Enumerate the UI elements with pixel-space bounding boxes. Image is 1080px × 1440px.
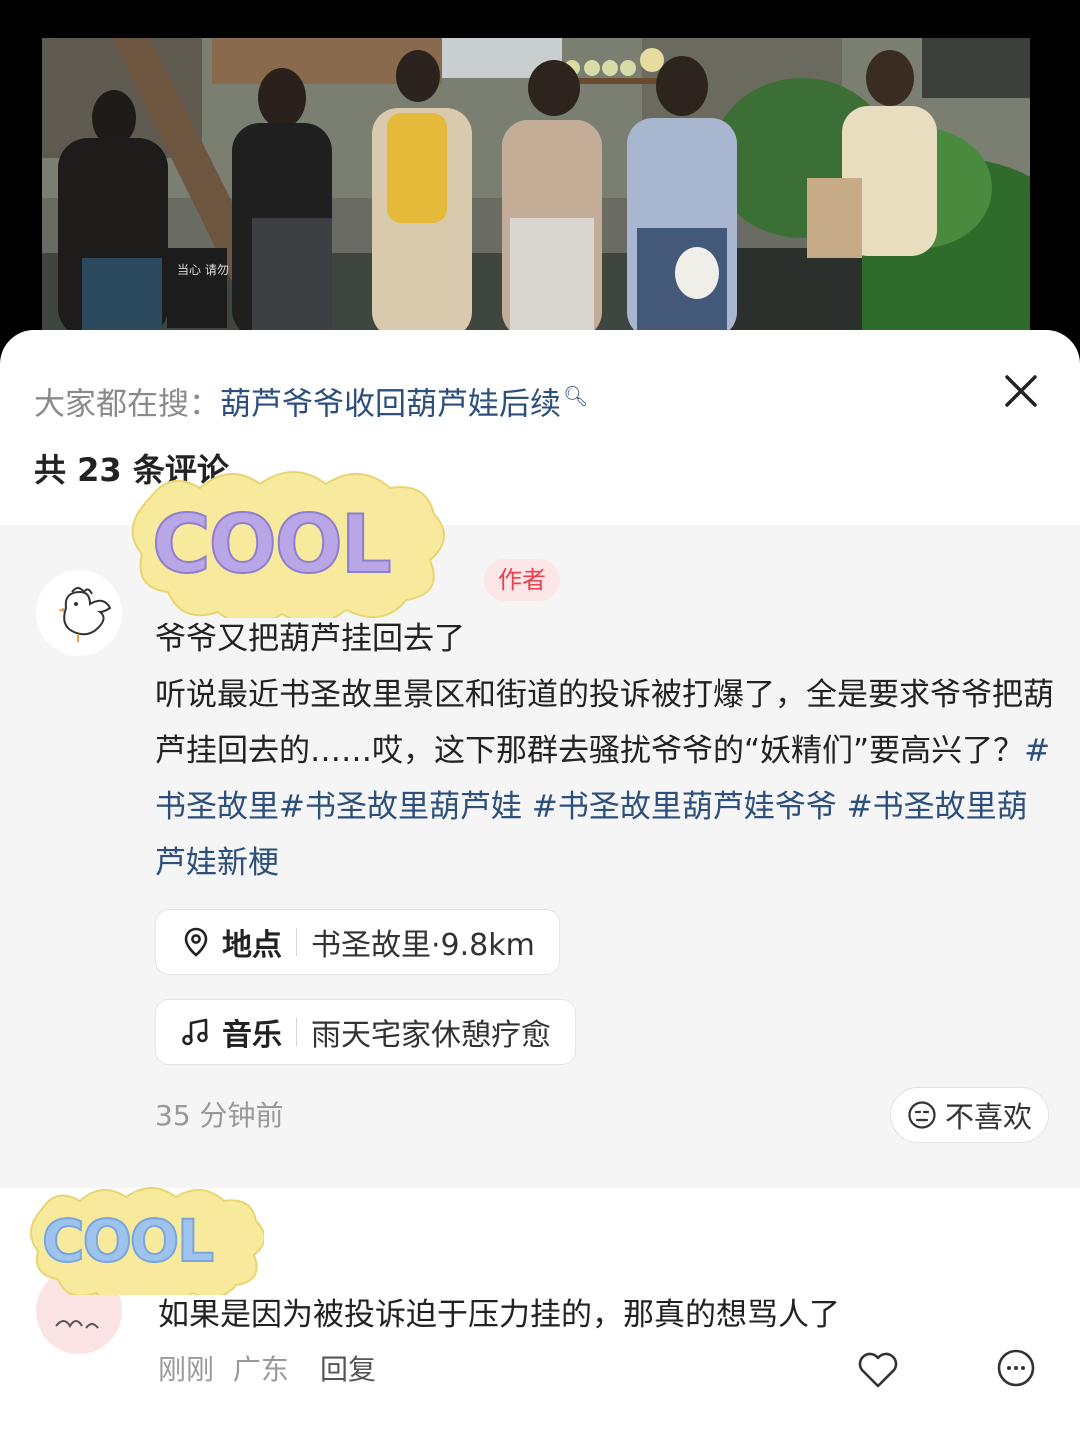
comment-bubble-icon [997, 1349, 1035, 1387]
music-chip[interactable]: 音乐 雨天宅家休憩疗愈 [155, 999, 576, 1065]
search-term-link[interactable]: 葫芦爷爷收回葫芦娃后续 [220, 386, 561, 422]
comment-more-button[interactable] [994, 1346, 1038, 1390]
close-button[interactable] [998, 368, 1044, 414]
cool-sticker-text: COOL [42, 1207, 213, 1275]
comment-paragraph-2-text: 听说最近书圣故里景区和街道的投诉被打爆了，全是要求爷爷把葫芦挂回去的……哎，这下… [155, 677, 1054, 769]
author-badge: 作者 [484, 559, 560, 601]
reply-button[interactable]: 回复 [320, 1348, 376, 1392]
music-label: 音乐 [222, 1018, 282, 1053]
hashtag-link[interactable]: #书圣故里葫芦娃爷爷 [532, 789, 837, 825]
reply-comment-text: 如果是因为被投诉迫于压力挂的，那真的想骂人了 [158, 1297, 840, 1333]
location-value: 书圣故里·9.8km [311, 928, 535, 963]
location-chip[interactable]: 地点 书圣故里·9.8km [155, 909, 560, 975]
location-pin-icon [180, 926, 212, 958]
search-icon[interactable]: 🔍︎ [563, 384, 588, 408]
like-button[interactable] [856, 1348, 900, 1392]
dislike-button[interactable]: 不喜欢 [890, 1087, 1050, 1143]
search-suggestion[interactable]: 大家都在搜：葫芦爷爷收回葫芦娃后续 🔍︎ [34, 374, 588, 426]
dislike-label: 不喜欢 [945, 1100, 1033, 1134]
post-photo[interactable]: 当心 请勿 [42, 38, 1030, 338]
music-value: 雨天宅家休憩疗愈 [311, 1018, 551, 1053]
heart-icon [858, 1352, 898, 1388]
reply-time: 刚刚 [158, 1353, 215, 1386]
cool-sticker: COOL [30, 1187, 264, 1295]
hashtag-link[interactable]: #书圣故里葫芦娃 [279, 789, 522, 825]
location-label: 地点 [222, 928, 282, 963]
cool-sticker: COOL [131, 471, 445, 618]
close-icon [1005, 375, 1037, 407]
reply-region: 广东 [232, 1353, 289, 1386]
chip-divider [296, 1018, 297, 1046]
cool-sticker-text: COOL [152, 498, 390, 591]
author-comment: 员 作者 爷爷又把葫芦挂回去了 听说最近书圣故里景区和街道的投诉被打爆了，全是要… [0, 525, 1080, 1188]
photo-sign-text: 当心 请勿 [177, 263, 229, 277]
chicken-avatar-icon [58, 587, 112, 642]
music-note-icon [180, 1016, 212, 1048]
reply-comment-meta: 刚刚 广东 [158, 1348, 289, 1392]
chip-divider [296, 928, 297, 956]
search-prefix: 大家都在搜： [34, 386, 220, 423]
comment-timestamp: 35 分钟前 [155, 1099, 284, 1132]
avatar[interactable] [36, 570, 122, 656]
comment-paragraph-2: 听说最近书圣故里景区和街道的投诉被打爆了，全是要求爷爷把葫芦挂回去的……哎，这下… [155, 667, 1055, 891]
meh-face-icon [907, 1100, 937, 1130]
comment-body: 爷爷又把葫芦挂回去了 听说最近书圣故里景区和街道的投诉被打爆了，全是要求爷爷把葫… [155, 611, 1055, 891]
comment-paragraph-1: 爷爷又把葫芦挂回去了 [155, 621, 465, 657]
